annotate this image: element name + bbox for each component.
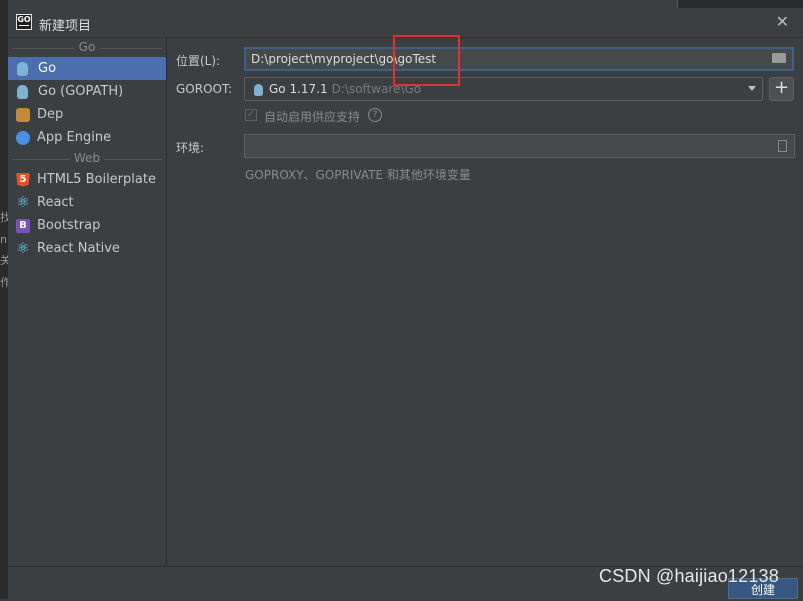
react-icon: ⚛	[16, 239, 30, 257]
project-type-sidebar: Go Go Go (GOPATH) Dep App Engine Web 5 H…	[8, 38, 167, 566]
background-window-corner	[677, 0, 803, 8]
dialog-title-bar: GO 新建项目 ✕	[8, 8, 803, 38]
gopher-icon	[17, 84, 28, 99]
sidebar-item-label: React Native	[37, 241, 120, 256]
sidebar-group-web: Web	[8, 149, 166, 168]
gopher-icon	[17, 61, 28, 76]
annotation-highlight-box	[393, 35, 460, 86]
close-icon[interactable]: ✕	[776, 12, 789, 31]
sidebar-item-app-engine[interactable]: App Engine	[8, 126, 166, 149]
sidebar-item-go-gopath[interactable]: Go (GOPATH)	[8, 80, 166, 103]
environment-label: 环境:	[176, 141, 205, 155]
folder-icon[interactable]	[772, 53, 786, 63]
app-engine-icon	[16, 130, 30, 145]
bootstrap-icon: B	[16, 218, 30, 233]
html5-icon: 5	[16, 172, 30, 187]
dialog-title: 新建项目	[39, 19, 92, 34]
sidebar-group-label: Go	[74, 40, 100, 54]
edge-glyph: n	[0, 233, 7, 246]
sidebar-item-label: App Engine	[37, 130, 112, 145]
sidebar-item-react[interactable]: ⚛ React	[8, 191, 166, 214]
react-icon: ⚛	[16, 193, 30, 211]
sidebar-item-label: Go	[38, 61, 57, 76]
sidebar-item-html5-boilerplate[interactable]: 5 HTML5 Boilerplate	[8, 168, 166, 191]
edit-document-icon[interactable]	[778, 140, 787, 152]
help-icon[interactable]: ?	[368, 108, 382, 122]
goland-app-icon: GO	[16, 14, 32, 30]
location-input[interactable]: D:\project\myproject\go\goTest	[244, 47, 794, 71]
add-sdk-button[interactable]: +	[769, 77, 794, 101]
sidebar-item-dep[interactable]: Dep	[8, 103, 166, 126]
environment-hint: GOPROXY、GOPRIVATE 和其他环境变量	[245, 168, 471, 182]
environment-input[interactable]	[244, 134, 795, 158]
sidebar-item-label: Bootstrap	[37, 218, 101, 233]
dep-icon	[16, 107, 30, 122]
sidebar-item-react-native[interactable]: ⚛ React Native	[8, 237, 166, 260]
goroot-label: GOROOT:	[176, 82, 233, 96]
chevron-down-icon	[748, 86, 756, 91]
vendor-support-label: 自动启用供应支持	[264, 110, 361, 124]
sidebar-item-label: HTML5 Boilerplate	[37, 172, 156, 187]
sidebar-group-go: Go	[8, 38, 166, 57]
sidebar-item-go[interactable]: Go	[8, 57, 166, 80]
sidebar-item-label: React	[37, 195, 74, 210]
goroot-select[interactable]: Go 1.17.1 D:\software\Go	[244, 77, 763, 101]
background-window-edge: 找 n 关 作	[0, 0, 11, 599]
sidebar-group-label: Web	[69, 151, 105, 165]
gopher-icon	[254, 83, 263, 96]
project-settings-panel: 位置(L): D:\project\myproject\go\goTest GO…	[167, 38, 803, 566]
sidebar-item-label: Dep	[37, 107, 64, 122]
watermark: CSDN @haijiao12138	[599, 566, 779, 586]
sidebar-item-label: Go (GOPATH)	[38, 84, 124, 99]
goroot-version: Go 1.17.1	[269, 82, 328, 96]
location-label: 位置(L):	[176, 54, 221, 68]
vendor-support-checkbox[interactable]: ✓	[245, 109, 257, 121]
sidebar-item-bootstrap[interactable]: B Bootstrap	[8, 214, 166, 237]
